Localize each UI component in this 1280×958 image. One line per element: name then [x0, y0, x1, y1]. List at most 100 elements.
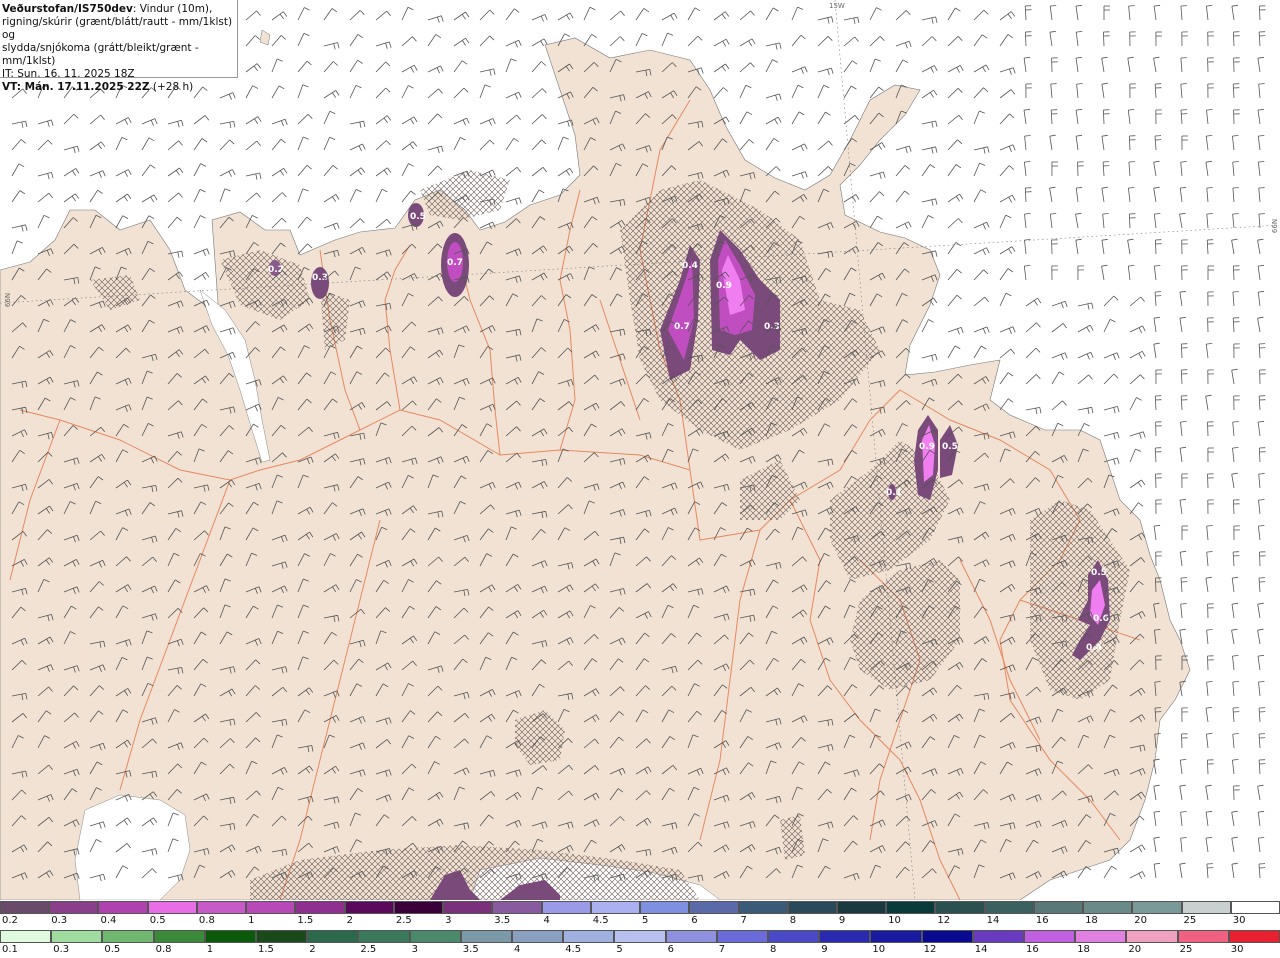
wind-barb-feather [1142, 431, 1146, 438]
wind-barb [1258, 733, 1261, 749]
wind-barb [921, 146, 936, 151]
wind-barb [869, 171, 884, 177]
wind-barb [583, 7, 591, 21]
wind-barb [37, 192, 50, 203]
wind-barb-feather [1138, 502, 1144, 507]
wind-barb-feather [1036, 322, 1041, 328]
wind-barb [1153, 266, 1157, 281]
wind-barb [1258, 707, 1261, 723]
wind-barb [765, 93, 780, 99]
wind-barb [999, 215, 1007, 229]
colorbar-tick-label: 3.5 [494, 915, 511, 926]
wind-barb-feather [928, 319, 934, 323]
wind-barb-feather [933, 89, 938, 96]
wind-barb-feather [355, 84, 362, 89]
wind-barb-feather [256, 10, 261, 16]
wind-barb [11, 139, 22, 151]
colorbar-swatch [460, 930, 513, 943]
wind-barb-feather [956, 67, 960, 73]
wind-barb [297, 216, 308, 229]
wind-barb-feather [831, 67, 834, 74]
wind-barb-feather [493, 68, 496, 75]
wind-barb-feather [1257, 602, 1264, 605]
wind-barb [609, 10, 621, 21]
colorbar-tick-label: 16 [1035, 915, 1049, 926]
wind-barb-feather [43, 214, 50, 219]
colorbar-tick-label: 0.5 [104, 944, 121, 955]
wind-barb-feather [410, 67, 415, 73]
wind-barb-feather [283, 168, 288, 174]
wind-barb-feather [1057, 422, 1064, 427]
wind-barb-feather [124, 171, 128, 177]
wind-barb [479, 139, 491, 151]
colorbar-tick-label: 2.5 [395, 915, 412, 926]
wind-barb-feather [386, 218, 392, 225]
wind-barb-feather [1206, 629, 1213, 631]
wind-barb-feather [1024, 265, 1031, 267]
wind-barb-feather [97, 143, 102, 150]
wind-barb [427, 34, 437, 47]
wind-barb [89, 189, 98, 203]
wind-barb [1232, 214, 1235, 229]
wind-barb-feather [278, 85, 285, 90]
wind-barb [505, 58, 512, 73]
wind-barb-feather [280, 35, 286, 40]
wind-barb [1205, 136, 1209, 151]
wind-barb-feather [1008, 146, 1012, 152]
wind-barb [1206, 682, 1209, 697]
wind-barb [999, 34, 1009, 47]
colorbar-tick-label: 0.1 [2, 944, 18, 955]
wind-barb-feather [827, 166, 833, 171]
wind-barb [1103, 352, 1118, 359]
wind-barb [1128, 135, 1131, 151]
wind-barb [1024, 240, 1027, 255]
wind-barb-feather [47, 120, 50, 127]
wind-barb [1258, 213, 1261, 229]
colorbar-tick-label: 1 [206, 944, 214, 955]
info-desc2: rigning/skúrir (grænt/blátt/rautt - mm/1… [2, 16, 233, 41]
wind-barb [1205, 812, 1209, 827]
wind-barb-feather [1064, 301, 1068, 308]
wind-barb [1206, 552, 1209, 567]
wind-barb-feather [1232, 681, 1239, 683]
wind-barb [739, 62, 751, 73]
wind-barb-feather [1140, 296, 1145, 302]
wind-barb [1257, 812, 1261, 827]
wind-barb-feather [1154, 524, 1161, 527]
wind-barb [1103, 295, 1115, 307]
wind-barb [245, 140, 258, 151]
wind-barb [401, 7, 409, 21]
wind-barb-feather [1206, 733, 1213, 735]
wind-barb-feather [1139, 432, 1142, 439]
wind-barb-feather [958, 218, 963, 224]
wind-barb [1231, 838, 1235, 853]
wind-barb-feather [1257, 784, 1264, 787]
wind-barb-feather [931, 355, 934, 362]
wind-barb-feather [1128, 109, 1135, 111]
wind-barb-feather [721, 13, 726, 20]
wind-barb [1024, 214, 1027, 229]
wind-barb [1231, 812, 1235, 827]
wind-barb [245, 10, 257, 21]
wind-barb [1154, 447, 1157, 463]
wind-barb [323, 90, 337, 99]
wind-barb-feather [542, 88, 547, 94]
wind-barb-feather [154, 118, 158, 125]
wind-barb-feather [775, 166, 781, 172]
wind-barb-feather [1231, 602, 1239, 605]
wind-barb [947, 88, 959, 99]
wind-barb-feather [1062, 323, 1068, 329]
colorbar-swatch [1024, 930, 1076, 943]
wind-barb-feather [335, 194, 340, 200]
wind-barb-feather [982, 66, 987, 73]
wind-barb-feather [722, 40, 727, 47]
wind-barb [1205, 162, 1209, 177]
wind-barb-feather [1231, 472, 1238, 475]
wind-barb-feather [224, 188, 231, 192]
wind-barb-feather [441, 15, 444, 22]
wind-barb-feather [1258, 161, 1265, 163]
lon-label: 15W [829, 2, 845, 10]
wind-barb-feather [1061, 302, 1064, 309]
wind-barb-feather [1102, 213, 1109, 215]
wind-barb-feather [329, 136, 336, 140]
